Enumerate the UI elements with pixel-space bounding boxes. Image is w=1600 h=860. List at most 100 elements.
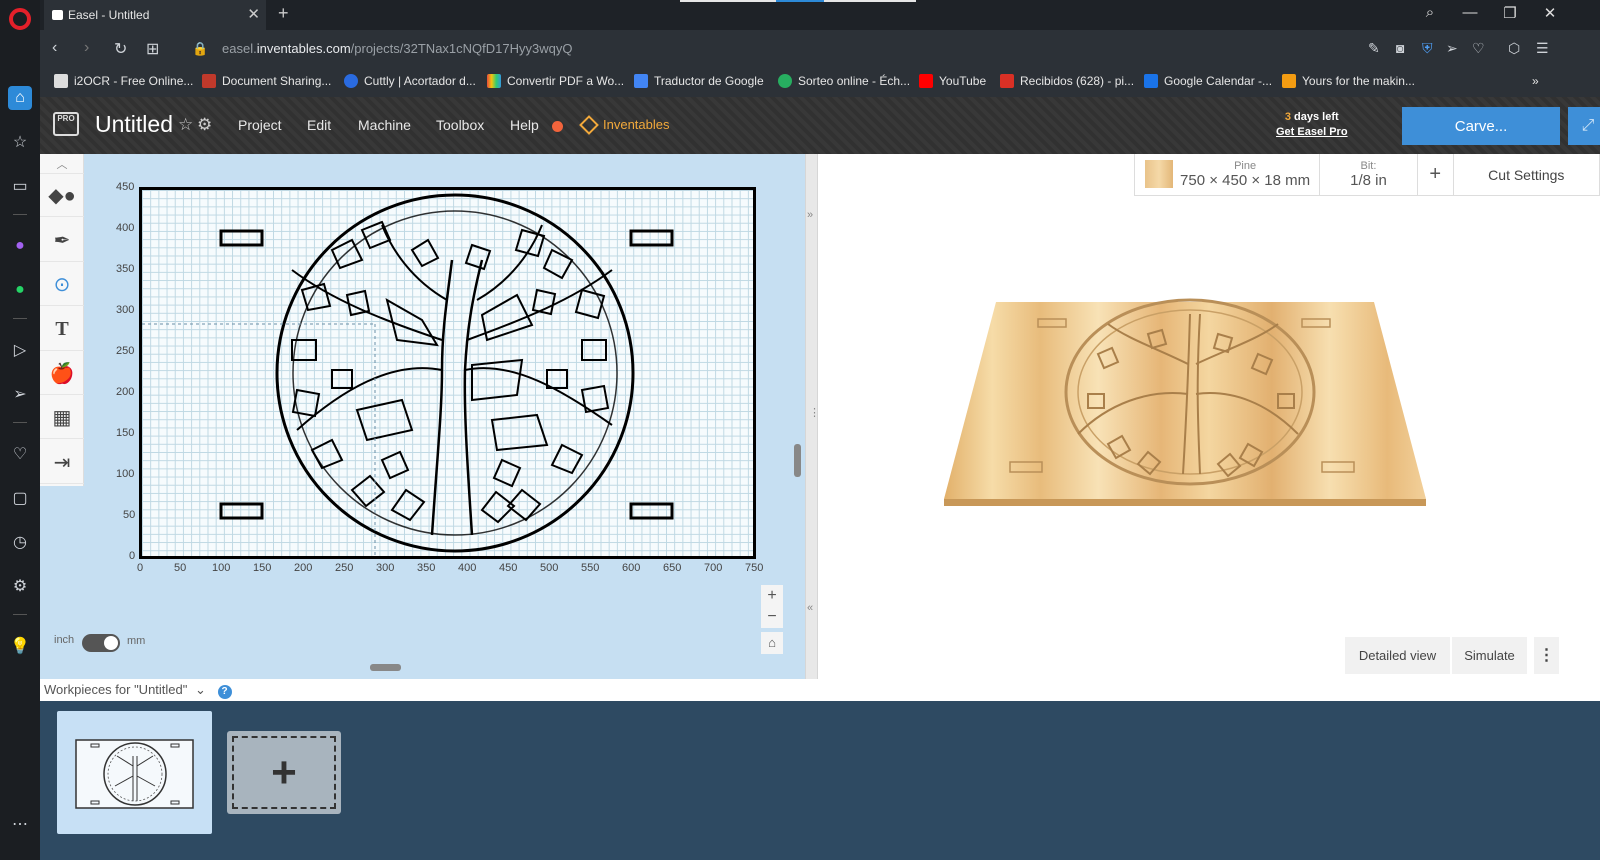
menu-toolbox[interactable]: Toolbox (436, 117, 484, 133)
heart-icon[interactable]: ♡ (1472, 40, 1485, 57)
bookmark-item[interactable]: Yours for the makin... (1282, 74, 1415, 88)
edit-icon[interactable]: ✎ (1368, 40, 1380, 57)
workspace-icon[interactable]: ▭ (8, 174, 32, 198)
player-icon[interactable]: ▷ (8, 338, 32, 362)
send-icon[interactable]: ➢ (8, 382, 32, 406)
detailed-view-button[interactable]: Detailed view (1345, 637, 1450, 674)
menu-icon[interactable]: ☰ (1536, 40, 1549, 57)
project-title[interactable]: Untitled (95, 111, 173, 138)
trial-status: 3 days left Get Easel Pro (1276, 111, 1348, 138)
messenger-icon[interactable]: ● (8, 234, 32, 258)
horizontal-scrollbar[interactable] (370, 664, 401, 671)
target-icon[interactable]: ⊙ (40, 263, 84, 306)
material-board[interactable] (139, 187, 756, 559)
bookmark-item[interactable]: Document Sharing... (202, 74, 331, 88)
cut-settings-button[interactable]: Cut Settings (1454, 154, 1599, 195)
bit-selector[interactable]: Bit: 1/8 in (1320, 154, 1418, 195)
get-easel-pro-link[interactable]: Get Easel Pro (1276, 126, 1348, 138)
bookmark-item[interactable]: Convertir PDF a Wo... (487, 74, 624, 88)
tab-easel[interactable]: Easel - Untitled ✕ (44, 0, 266, 30)
bookmark-item[interactable]: i2OCR - Free Online... (54, 74, 193, 88)
forward-icon[interactable]: › (84, 39, 89, 57)
menu-edit[interactable]: Edit (307, 117, 331, 133)
star-icon[interactable]: ☆ (178, 115, 193, 135)
preview-panel: Pine 750 × 450 × 18 mm Bit: 1/8 in + Cut… (818, 154, 1600, 679)
rect-tab[interactable] (629, 502, 674, 520)
tabs-grid-icon[interactable]: ⊞ (146, 39, 159, 59)
bookmark-item[interactable]: Traductor de Google (634, 74, 764, 88)
text-icon[interactable]: T (40, 308, 84, 351)
outer-circle[interactable] (275, 193, 635, 553)
add-workpiece-button[interactable]: + (227, 731, 341, 814)
collapse-left-icon[interactable]: « (807, 602, 813, 614)
minimize-icon[interactable]: — (1456, 4, 1484, 26)
more-icon[interactable]: ⋯ (8, 812, 32, 836)
menu-project[interactable]: Project (238, 117, 282, 133)
opera-logo-icon[interactable] (9, 8, 31, 30)
design-canvas[interactable]: ︿ ◆● ✒ ⊙ T 🍎 ▦ ⇥ 450 400 350 300 250 200… (40, 154, 805, 679)
history-icon[interactable]: ◷ (8, 530, 32, 554)
simulate-button[interactable]: Simulate (1452, 637, 1527, 674)
lightbulb-icon[interactable]: 💡 (8, 634, 32, 658)
panel-divider[interactable]: » ⋮ « (805, 154, 820, 679)
add-bit-button[interactable]: + (1418, 154, 1454, 195)
restore-icon[interactable]: ❐ (1496, 4, 1524, 26)
vertical-scrollbar[interactable] (794, 444, 801, 477)
shapes-icon[interactable]: ◆● (40, 174, 84, 217)
menu-help[interactable]: Help (510, 117, 539, 133)
zoom-out-button[interactable]: − (761, 606, 783, 628)
x-tick-label: 250 (335, 562, 354, 574)
collapse-toolbar-icon[interactable]: ︿ (40, 154, 84, 174)
expand-arrows-icon[interactable]: ⤢ (1568, 107, 1600, 145)
rect-tab[interactable] (629, 229, 674, 247)
bookmark-item[interactable]: YouTube (919, 74, 986, 88)
close-window-icon[interactable]: ✕ (1536, 4, 1564, 26)
new-tab-icon[interactable]: + (278, 3, 289, 24)
more-bookmarks-icon[interactable]: » (1532, 74, 1539, 88)
back-icon[interactable]: ‹ (52, 39, 57, 57)
y-tick-label: 450 (116, 181, 135, 193)
rect-tab[interactable] (219, 229, 264, 247)
whatsapp-icon[interactable]: ● (8, 278, 32, 302)
inventables-link[interactable]: Inventables (579, 114, 670, 135)
expand-right-icon[interactable]: » (807, 209, 813, 221)
reload-icon[interactable]: ↻ (114, 39, 127, 59)
workpiece-thumbnail[interactable] (57, 711, 212, 834)
carve-button[interactable]: Carve... (1402, 107, 1560, 145)
chevron-down-icon[interactable]: ⌄ (195, 682, 206, 697)
bookmark-item[interactable]: Cuttly | Acortador d... (344, 74, 476, 88)
speed-dial-icon[interactable]: ☆ (8, 130, 32, 154)
bookmark-item[interactable]: Recibidos (628) - pi... (1000, 74, 1134, 88)
pen-icon[interactable]: ✒ (40, 219, 84, 262)
shield-icon[interactable]: ⛨ (1422, 40, 1433, 57)
tree-of-life-design[interactable] (142, 190, 753, 556)
flow-icon[interactable]: ➢ (1446, 40, 1458, 57)
3d-preview-board[interactable] (938, 294, 1438, 519)
close-tab-icon[interactable]: ✕ (247, 5, 260, 23)
settings-icon[interactable]: ⚙ (8, 574, 32, 598)
help-icon[interactable]: ? (217, 685, 232, 699)
workpieces-label[interactable]: Workpieces for "Untitled" (44, 682, 187, 697)
apps-icon[interactable]: ▦ (40, 396, 84, 439)
material-selector[interactable]: Pine 750 × 450 × 18 mm (1135, 154, 1321, 195)
home-view-icon[interactable]: ⌂ (761, 632, 783, 654)
search-icon[interactable]: ⌕ (1416, 4, 1444, 26)
home-icon[interactable]: ⌂ (8, 86, 32, 110)
cube-icon[interactable]: ⬡ (1508, 40, 1520, 57)
heart-icon[interactable]: ♡ (8, 442, 32, 466)
rect-tab[interactable] (219, 502, 264, 520)
y-tick-label: 350 (116, 263, 135, 275)
unit-toggle-switch[interactable] (82, 634, 120, 652)
x-tick-label: 400 (458, 562, 477, 574)
snapshot-icon[interactable]: ▢ (8, 486, 32, 510)
camera-icon[interactable]: ◙ (1396, 40, 1404, 56)
icon-library-icon[interactable]: 🍎 (40, 352, 84, 395)
bookmark-item[interactable]: Sorteo online - Éch... (778, 74, 910, 88)
url-field[interactable]: easel.inventables.com/projects/32TNax1cN… (222, 41, 572, 56)
more-options-icon[interactable]: ⋮ (1534, 637, 1559, 674)
bookmark-item[interactable]: Google Calendar -... (1144, 74, 1272, 88)
menu-machine[interactable]: Machine (358, 117, 411, 133)
y-tick-label: 200 (116, 386, 135, 398)
zoom-in-button[interactable]: + (761, 585, 783, 607)
import-icon[interactable]: ⇥ (40, 441, 84, 484)
